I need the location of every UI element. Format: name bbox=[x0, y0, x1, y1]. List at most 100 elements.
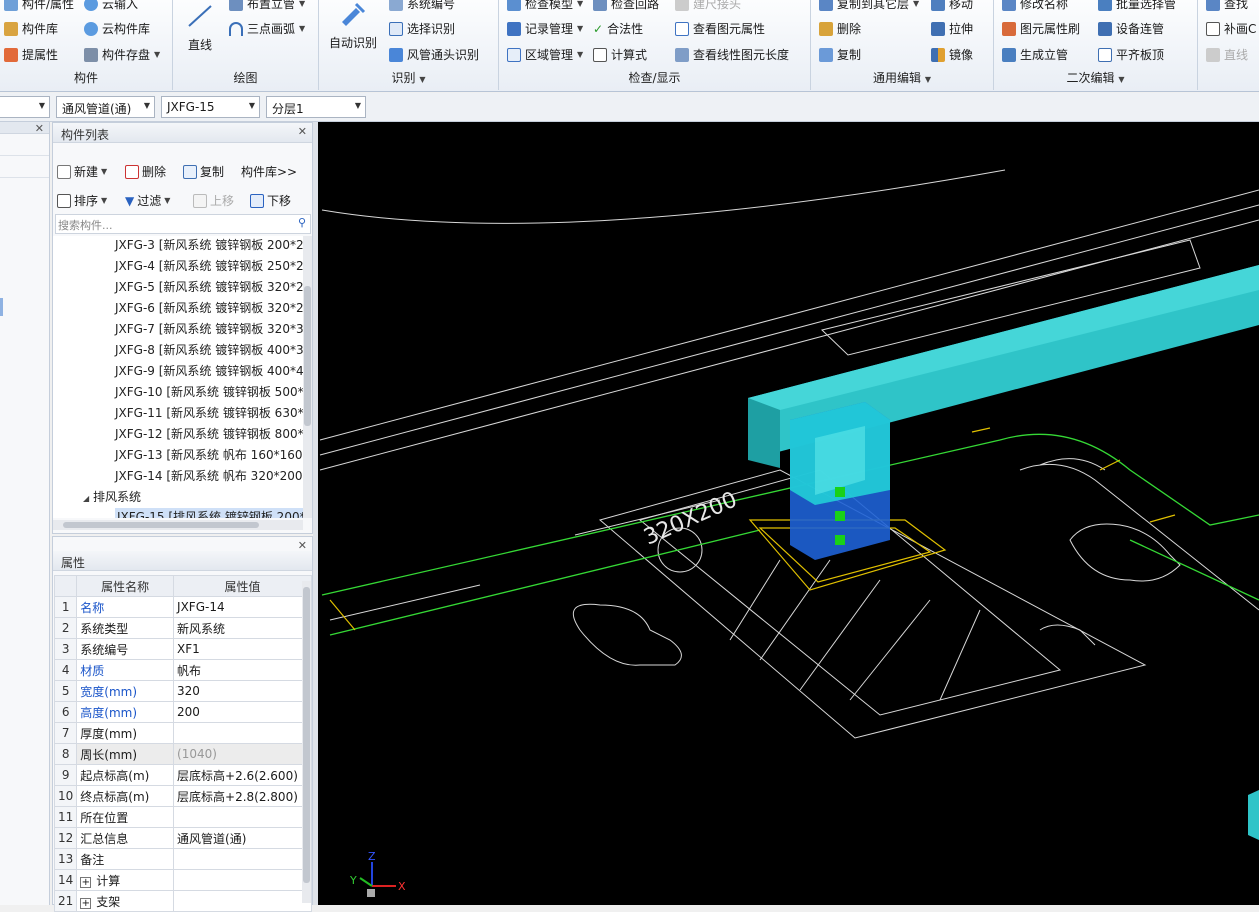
region-manage-button[interactable]: 区域管理 ▼ bbox=[507, 46, 583, 63]
prop-value[interactable]: 层底标高+2.6(2.600) bbox=[173, 764, 312, 786]
gen-riser-button[interactable]: 生成立管 bbox=[1002, 46, 1068, 63]
table-row[interactable]: 9 起点标高(m) 层底标高+2.6(2.600) bbox=[53, 764, 312, 786]
scrollbar-thumb[interactable] bbox=[63, 522, 259, 528]
redraw-button[interactable]: 补画C bbox=[1206, 20, 1256, 37]
close-icon[interactable]: ✕ bbox=[35, 122, 44, 135]
move-button[interactable]: 移动 bbox=[931, 0, 973, 12]
table-row[interactable]: 2 系统类型 新风系统 bbox=[53, 617, 312, 639]
list-item[interactable]: JXFG-7 [新风系统 镀锌钢板 320*3 bbox=[115, 320, 303, 340]
list-item[interactable]: JXFG-6 [新风系统 镀锌钢板 320*2 bbox=[115, 299, 303, 319]
record-manage-button[interactable]: 记录管理 ▼ bbox=[507, 20, 583, 37]
prop-value[interactable]: XF1 bbox=[173, 638, 312, 660]
props-scrollbar[interactable] bbox=[302, 581, 311, 903]
cad-drawing[interactable]: 320X200 Z X Y bbox=[318, 122, 1259, 905]
table-row[interactable]: 4 材质 帆布 bbox=[53, 659, 312, 681]
table-row[interactable]: 10 终点标高(m) 层底标高+2.8(2.800) bbox=[53, 785, 312, 807]
arc-button[interactable]: 三点画弧 ▼ bbox=[229, 20, 305, 37]
comp-attr-button[interactable]: 构件/属性 bbox=[4, 0, 74, 12]
comp-lib-button[interactable]: 构件库 bbox=[4, 20, 58, 37]
prop-value[interactable]: 200 bbox=[173, 701, 312, 723]
table-row[interactable]: 13 备注 bbox=[53, 848, 312, 870]
table-row[interactable]: 12 汇总信息 通风管道(通) bbox=[53, 827, 312, 849]
formula-button[interactable]: 计算式 bbox=[593, 46, 647, 63]
prop-value[interactable]: 层底标高+2.8(2.800) bbox=[173, 785, 312, 807]
place-riser-button[interactable]: 布置立管 ▼ bbox=[229, 0, 305, 12]
close-icon[interactable]: ✕ bbox=[298, 125, 307, 138]
grip-handle[interactable] bbox=[835, 535, 845, 545]
chevron-down-icon[interactable]: ▼ bbox=[925, 75, 931, 84]
tree-group-exhaust[interactable]: ◢ 排风系统 bbox=[83, 488, 141, 508]
table-row[interactable]: 3 系统编号 XF1 bbox=[53, 638, 312, 660]
nav-item[interactable] bbox=[0, 158, 49, 178]
prop-value[interactable] bbox=[173, 869, 312, 891]
table-row[interactable]: 1 名称 JXFG-14 bbox=[53, 596, 312, 618]
table-row[interactable]: 11 所在位置 bbox=[53, 806, 312, 828]
table-row[interactable]: 21 + 支架 bbox=[53, 890, 312, 912]
prop-value[interactable] bbox=[173, 848, 312, 870]
component-combo[interactable]: JXFG-15 ▼ bbox=[161, 96, 260, 118]
attr-brush-button[interactable]: 图元属性刷 bbox=[1002, 20, 1080, 37]
table-row[interactable]: 6 高度(mm) 200 bbox=[53, 701, 312, 723]
close-icon[interactable]: ✕ bbox=[298, 539, 307, 552]
scrollbar-thumb[interactable] bbox=[304, 286, 311, 426]
table-row[interactable]: 7 厚度(mm) bbox=[53, 722, 312, 744]
nav-item[interactable] bbox=[0, 136, 49, 156]
sort-button[interactable]: 排序 ▼ bbox=[57, 192, 107, 209]
stretch-button[interactable]: 拉伸 bbox=[931, 20, 973, 37]
delete-button[interactable]: 删除 bbox=[819, 20, 861, 37]
copy-button[interactable]: 复制 bbox=[183, 163, 224, 180]
layer-combo[interactable]: 分层1 ▼ bbox=[266, 96, 366, 118]
new-button[interactable]: 新建 ▼ bbox=[57, 163, 107, 180]
prop-value[interactable]: 新风系统 bbox=[173, 617, 312, 639]
list-item[interactable]: JXFG-13 [新风系统 帆布 160*160 bbox=[115, 446, 303, 466]
prop-value[interactable]: 通风管道(通) bbox=[173, 827, 312, 849]
table-row[interactable]: 14 + 计算 bbox=[53, 869, 312, 891]
prop-value[interactable]: 320 bbox=[173, 680, 312, 702]
prop-value[interactable] bbox=[173, 806, 312, 828]
tree-scrollbar[interactable] bbox=[303, 236, 312, 518]
table-row[interactable]: 8 周长(mm) (1040) bbox=[53, 743, 312, 765]
type-combo[interactable]: 通风管道(通) ▼ bbox=[56, 96, 155, 118]
collapse-triangle-icon[interactable]: ◢ bbox=[83, 494, 89, 503]
expand-icon[interactable]: + bbox=[80, 876, 92, 888]
line-button[interactable]: 直线 bbox=[185, 2, 215, 53]
auto-recognize-button[interactable]: 自动识别 bbox=[329, 0, 377, 51]
comp-save-button[interactable]: 构件存盘 ▼ bbox=[84, 46, 160, 63]
duct-joint-recognize-button[interactable]: 风管通头识别 bbox=[389, 46, 479, 63]
rename-button[interactable]: 修改名称 bbox=[1002, 0, 1068, 12]
scrollbar-thumb[interactable] bbox=[303, 587, 310, 883]
prop-value[interactable] bbox=[173, 890, 312, 912]
list-item[interactable]: JXFG-12 [新风系统 镀锌钢板 800* bbox=[115, 425, 303, 445]
mirror-button[interactable]: 镜像 bbox=[931, 46, 973, 63]
batch-select-button[interactable]: 批量选择管 bbox=[1098, 0, 1176, 12]
delete-button[interactable]: 删除 bbox=[125, 163, 166, 180]
prop-value[interactable]: (1040) bbox=[173, 743, 312, 765]
grip-handle[interactable] bbox=[835, 487, 845, 497]
expand-icon[interactable]: + bbox=[80, 897, 92, 909]
list-item[interactable]: JXFG-8 [新风系统 镀锌钢板 400*3 bbox=[115, 341, 303, 361]
view-attr-button[interactable]: 查看图元属性 bbox=[675, 20, 765, 37]
extract-attr-button[interactable]: 提属性 bbox=[4, 46, 58, 63]
list-item[interactable]: JXFG-11 [新风系统 镀锌钢板 630* bbox=[115, 404, 303, 424]
copy-to-floor-button[interactable]: 复制到其它层 ▼ bbox=[819, 0, 919, 12]
floor-combo[interactable]: ▼ bbox=[0, 96, 50, 118]
library-button[interactable]: 构件库>> bbox=[241, 163, 297, 180]
grip-handle[interactable] bbox=[835, 511, 845, 521]
cloud-input-button[interactable]: 云输入 bbox=[84, 0, 138, 12]
system-number-button[interactable]: 系统编号 bbox=[389, 0, 455, 12]
prop-value[interactable]: JXFG-14 bbox=[173, 596, 312, 618]
list-item[interactable]: JXFG-3 [新风系统 镀锌钢板 200*2 bbox=[115, 236, 303, 256]
move-down-button[interactable]: 下移 bbox=[250, 192, 291, 209]
prop-value[interactable] bbox=[173, 722, 312, 744]
check-model-button[interactable]: 检查模型 ▼ bbox=[507, 0, 583, 12]
filter-button[interactable]: ▼ 过滤 ▼ bbox=[125, 192, 170, 209]
check-loop-button[interactable]: 检查回路 bbox=[593, 0, 659, 12]
find-button[interactable]: 查找 bbox=[1206, 0, 1248, 12]
list-item[interactable]: JXFG-10 [新风系统 镀锌钢板 500* bbox=[115, 383, 303, 403]
list-item[interactable]: JXFG-5 [新风系统 镀锌钢板 320*2 bbox=[115, 278, 303, 298]
list-item-selected[interactable]: JXFG-15 [排风系统 镀锌钢板 200* bbox=[115, 508, 303, 518]
table-row[interactable]: 5 宽度(mm) 320 bbox=[53, 680, 312, 702]
view-length-button[interactable]: 查看线性图元长度 bbox=[675, 46, 789, 63]
list-item[interactable]: JXFG-4 [新风系统 镀锌钢板 250*2 bbox=[115, 257, 303, 277]
align-top-button[interactable]: 平齐板顶 bbox=[1098, 46, 1164, 63]
